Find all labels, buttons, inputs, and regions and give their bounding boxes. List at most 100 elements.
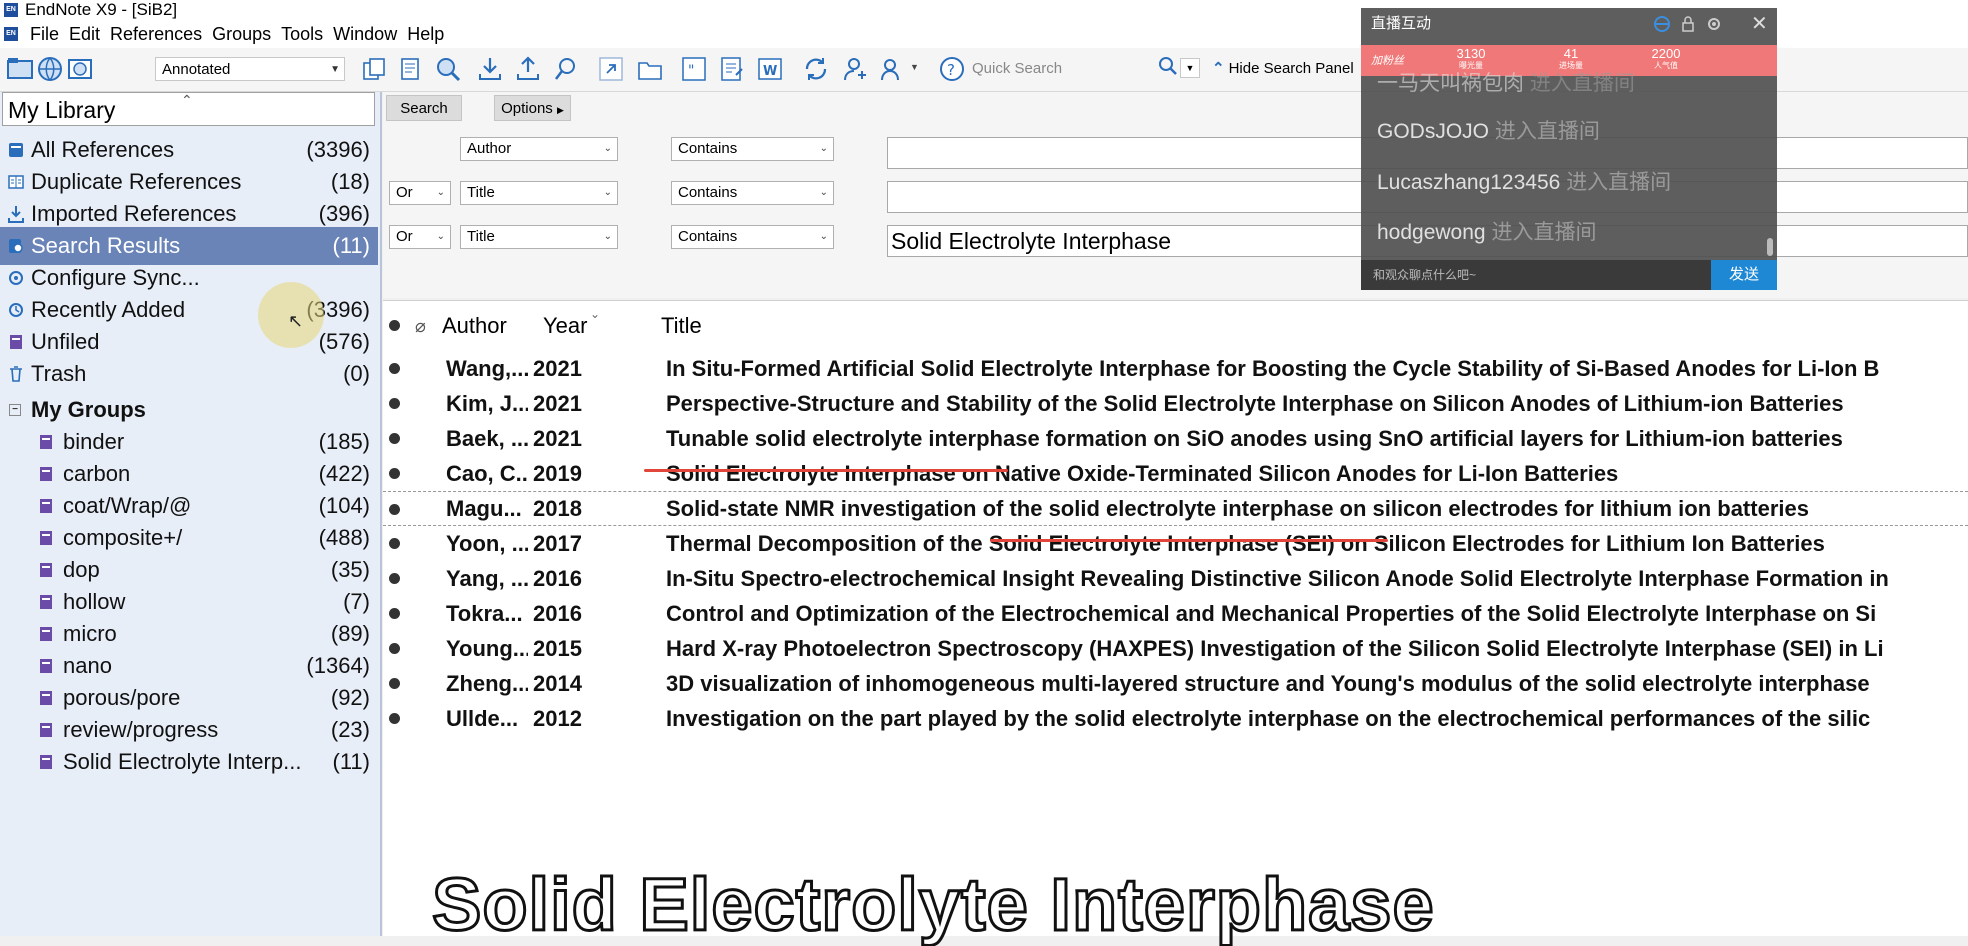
table-row[interactable]: Zheng... 2014 3D visualization of inhomoge… [383,666,1968,701]
cell-author: Ullde... [446,706,519,731]
open-link-icon[interactable] [597,55,625,83]
import-icon[interactable] [476,55,504,83]
chevron-down-icon: ▼ [330,64,340,75]
table-row[interactable]: Ullde... 2012 Investigation on the part pl… [383,701,1968,736]
fans-badge[interactable]: 加粉丝 [1371,52,1404,68]
chat-action: 进入直播间 [1566,171,1672,194]
sync-icon[interactable] [802,55,830,83]
table-row[interactable]: Magu... 2018 Solid-state NMR investigation… [383,491,1968,526]
chat-user: 一马天叫祸包肉 [1377,72,1524,95]
chat-input-placeholder: 和观众聊点什么吧~ [1373,268,1477,282]
unread-dot-icon [389,713,400,724]
integrated-library-icon[interactable] [66,55,94,83]
chat-action: 进入直播间 [1529,72,1635,95]
table-row[interactable]: Tokra... 2016 Control and Optimization of … [383,596,1968,631]
search-operator-select-3[interactable]: Contains ⌄ [671,225,834,249]
output-style-select[interactable]: Annotated ▼ [155,57,345,81]
search-bool-select-2[interactable]: Or ⌄ [389,181,451,205]
word-icon[interactable]: W [756,55,784,83]
group-icon [40,595,52,609]
search-bool-select-3[interactable]: Or ⌄ [389,225,451,249]
table-row[interactable]: Cao, C... 2019 Solid Electrolyte Interphas… [383,456,1968,491]
chat-input[interactable]: 和观众聊点什么吧~ 发送 [1361,260,1777,290]
online-search-mode-icon[interactable] [36,55,64,83]
find-full-text-icon[interactable] [552,55,580,83]
table-row[interactable]: Yoon, ... 2017 Thermal Decomposition of th… [383,526,1968,561]
menu-groups[interactable]: Groups [212,20,271,48]
cell-year: 2017 [533,531,582,556]
chat-action: 进入直播间 [1491,221,1597,244]
export-icon[interactable] [514,55,542,83]
hide-search-panel-button[interactable]: ⌃ Hide Search Panel [1212,58,1354,80]
library-header[interactable]: ⌃ My Library [2,92,375,126]
new-reference-icon[interactable] [397,55,425,83]
search-button[interactable]: Search [386,95,462,121]
local-library-mode-icon[interactable] [6,55,34,83]
endnote-menu-icon[interactable]: EN [4,27,18,41]
field-value: Author [467,140,512,157]
sidebar-item-count: (0) [343,361,370,386]
column-header-author[interactable]: Author [442,301,507,351]
chevron-down-icon: ⌄ [819,143,828,154]
duplicate-icon [8,175,24,189]
search-icon[interactable] [1158,56,1178,76]
chat-scrollbar[interactable] [1767,238,1773,256]
menu-edit[interactable]: Edit [69,20,100,48]
sidebar-item-trash[interactable]: Trash (0) [0,355,378,393]
format-bibliography-icon[interactable] [718,55,746,83]
lock-icon[interactable] [1679,15,1697,33]
send-button[interactable]: 发送 [1711,260,1777,290]
table-row[interactable]: Kim, J... 2021 Perspective-Structure and S… [383,386,1968,421]
collapse-minus-icon[interactable]: − [9,404,21,416]
search-operator-select-2[interactable]: Contains ⌄ [671,181,834,205]
import-icon [8,206,24,223]
bool-value: Or [396,228,413,245]
cell-author: Wang,... [446,356,528,381]
cell-author: Kim, J... [446,391,528,416]
table-row[interactable]: Baek, ... 2021 Tunable solid electrolyte i… [383,421,1968,456]
column-header-year[interactable]: Year [543,301,587,351]
options-button[interactable]: Options ▶ [494,95,571,121]
gear-icon[interactable] [1705,15,1723,33]
cell-author: Cao, C... [446,461,528,486]
insert-citation-icon[interactable]: " [680,55,708,83]
column-header-title[interactable]: Title [661,301,702,351]
table-row[interactable]: Yang, ... 2016 In-Situ Spectro-electrochem… [383,561,1968,596]
quick-search-placeholder: Quick Search [972,60,1063,77]
group-icon [40,467,52,481]
sync-icon [9,271,23,285]
collapse-caret-icon[interactable]: ⌃ [181,83,193,117]
ie-icon[interactable] [1653,15,1671,33]
unread-dot-icon [389,608,400,619]
search-field-select-3[interactable]: Title ⌄ [460,225,618,249]
group-item-solid-electrolyte-interphase[interactable]: Solid Electrolyte Interp... (11) [0,743,378,781]
menu-references[interactable]: References [110,20,202,48]
chevron-down-icon: ⌄ [819,187,828,198]
quick-search-options-chevron-icon[interactable]: ▼ [1180,58,1200,78]
table-row[interactable]: Wang,... 2021 In Situ-Formed Artificial So… [383,351,1968,386]
cell-title: In-Situ Spectro-electrochemical Insight … [666,566,1889,591]
search-operator-select-1[interactable]: Contains ⌄ [671,137,834,161]
menu-file[interactable]: File [30,20,59,48]
sort-chevron-icon: ⌄ [590,307,601,321]
search-field-select-1[interactable]: Author ⌄ [460,137,618,161]
group-icon [40,563,52,577]
chat-user: Lucaszhang123456 [1377,171,1561,194]
table-row[interactable]: Young... 2015 Hard X-ray Photoelectron Spe… [383,631,1968,666]
close-icon[interactable]: ✕ [1751,11,1768,36]
attachment-paperclip-icon[interactable]: ⌀ [415,301,426,351]
copy-formatted-icon[interactable] [360,55,388,83]
help-icon[interactable]: ? [938,55,966,83]
unread-dot-icon [389,573,400,584]
menu-tools[interactable]: Tools [281,20,323,48]
share-dropdown-chevron-icon[interactable]: ▼ [910,62,919,72]
search-results-icon [9,239,23,253]
online-search-icon[interactable] [434,55,462,83]
menu-help[interactable]: Help [407,20,444,48]
share-library-icon[interactable] [842,55,870,83]
search-field-select-2[interactable]: Title ⌄ [460,181,618,205]
share-group-icon[interactable] [880,55,908,83]
menu-window[interactable]: Window [333,20,397,48]
open-file-icon[interactable] [636,55,664,83]
read-status-column-icon[interactable] [389,320,400,331]
